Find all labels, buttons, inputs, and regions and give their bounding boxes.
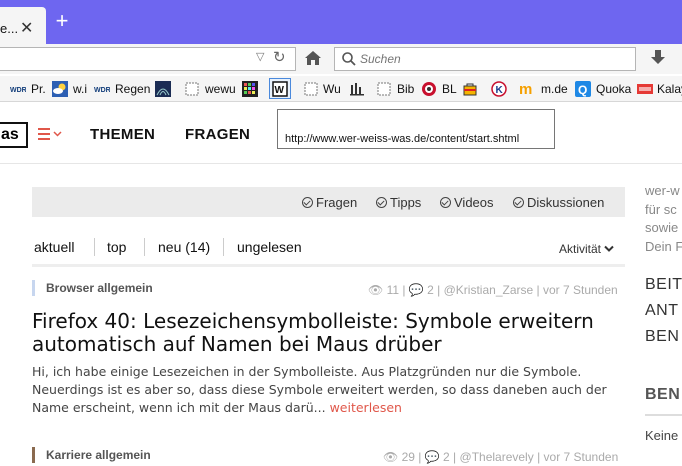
page-icon	[304, 82, 318, 96]
bookmark-pr[interactable]: Pr.	[31, 81, 46, 97]
disc-icon	[422, 82, 436, 96]
hamburger-menu-icon[interactable]	[38, 127, 64, 141]
sidebar-action[interactable]: BEN	[645, 328, 679, 346]
post-category[interactable]: Browser allgemein	[32, 280, 332, 296]
search-input[interactable]	[360, 52, 630, 66]
divider	[223, 238, 224, 256]
nav-fragen[interactable]: FRAGEN	[185, 126, 250, 143]
bookmark-mde[interactable]: m.de	[541, 81, 568, 97]
sidebar-intro: wer-w für sc sowie Dein F	[645, 183, 682, 254]
divider	[144, 238, 145, 256]
post-excerpt: Hi, ich habe einige Lesezeichen in der S…	[32, 364, 607, 415]
wdr-icon: WDR	[94, 87, 110, 94]
k-icon[interactable]: K	[491, 81, 507, 97]
page-icon	[185, 82, 199, 96]
sort-dropdown[interactable]: Aktivität	[559, 242, 615, 256]
nav-toolbar: ▽ ↻	[0, 44, 682, 74]
new-tab-button[interactable]: +	[52, 9, 72, 33]
tab-close-icon[interactable]: ✕	[20, 18, 33, 38]
url-tooltip: http://www.wer-weiss-was.de/content/star…	[277, 109, 555, 149]
post-meta: 👁 11 | 💬 2 | @Kristian_Zarse | vor 7 Stu…	[368, 283, 618, 297]
post-time: vor 7 Stunden	[542, 283, 618, 297]
comment-icon: 💬	[424, 450, 440, 464]
flag-icon	[637, 84, 653, 94]
read-more-link[interactable]: weiterlesen	[330, 400, 402, 415]
sidebar-heading: BEN	[645, 386, 681, 403]
bookmarks-toolbar: WDR Pr. w.i WDR Regen wewu W Wu Bib BL K…	[0, 76, 682, 102]
bookmark-bib[interactable]: Bib	[397, 81, 414, 97]
bookmark-quoka[interactable]: Quoka	[596, 81, 631, 97]
check-circle-icon	[440, 197, 451, 208]
eye-icon: 👁	[368, 283, 384, 297]
tooltip-text: http://www.wer-weiss-was.de/content/star…	[285, 133, 520, 145]
eye-icon: 👁	[383, 450, 399, 464]
chevron-down-icon	[604, 245, 615, 252]
sidebar-action[interactable]: BEIT	[645, 276, 682, 294]
reload-icon[interactable]: ↻	[273, 48, 286, 66]
browser-tab[interactable]: e... ✕	[0, 7, 46, 44]
tab-top[interactable]: top	[107, 239, 126, 255]
weather-icon	[52, 81, 68, 97]
grid-icon[interactable]	[242, 81, 258, 97]
page-icon	[377, 82, 391, 96]
post-meta: 👁 29 | 💬 2 | @Thelarevely | vor 7 Stunde…	[383, 450, 619, 464]
radar-icon[interactable]	[155, 81, 171, 97]
url-bar[interactable]: ▽ ↻	[0, 47, 296, 71]
tab-neu[interactable]: neu (14)	[158, 239, 210, 255]
divider	[32, 264, 625, 267]
site-logo[interactable]: as	[0, 122, 28, 148]
post-tabs: aktuell top neu (14) ungelesen Aktivität	[32, 238, 625, 260]
content-filter-bar: Fragen Tipps Videos Diskussionen	[32, 187, 625, 217]
tab-ungelesen[interactable]: ungelesen	[237, 239, 302, 255]
wdr-icon: WDR	[10, 87, 26, 94]
post-author[interactable]: @Thelarevely	[460, 450, 534, 464]
svg-text:m: m	[519, 81, 532, 97]
svg-text:Q: Q	[578, 83, 587, 97]
sort-label: Aktivität	[559, 242, 602, 256]
www-icon: W	[272, 81, 288, 97]
svg-text:W: W	[275, 85, 285, 96]
m-icon: m	[519, 81, 532, 97]
search-icon	[342, 52, 356, 66]
post-author[interactable]: @Kristian_Zarse	[444, 283, 534, 297]
sidebar-empty-text: Keine	[645, 428, 679, 443]
bookmark-regen[interactable]: Regen	[115, 81, 150, 97]
search-bar[interactable]	[334, 47, 636, 71]
comment-icon: 💬	[408, 283, 424, 297]
divider	[645, 414, 682, 416]
bookmark-wu[interactable]: Wu	[323, 81, 341, 97]
filter-diskussionen[interactable]: Diskussionen	[513, 195, 604, 210]
post-category[interactable]: Karriere allgemein	[32, 447, 332, 463]
check-circle-icon	[302, 197, 313, 208]
filter-tipps[interactable]: Tipps	[376, 195, 421, 210]
bars-icon[interactable]	[349, 81, 365, 97]
filter-fragen[interactable]: Fragen	[302, 195, 357, 210]
post-time: vor 7 Stunden	[543, 450, 619, 464]
svg-text:WDR: WDR	[94, 87, 110, 94]
bookmark-www-selected[interactable]: W	[269, 78, 291, 99]
check-circle-icon	[376, 197, 387, 208]
download-icon[interactable]	[648, 47, 668, 69]
divider	[94, 238, 95, 256]
check-circle-icon	[513, 197, 524, 208]
tab-strip: e... ✕ +	[0, 0, 682, 44]
post-title[interactable]: Firefox 40: Lesezeichensymbolleiste: Sym…	[32, 310, 622, 356]
url-dropdown-icon[interactable]: ▽	[256, 50, 264, 63]
tab-title: e...	[0, 21, 19, 36]
bookmark-wi[interactable]: w.i	[73, 81, 87, 97]
tab-aktuell[interactable]: aktuell	[34, 239, 74, 255]
q-icon: Q	[575, 81, 591, 97]
bookmark-kalay[interactable]: Kalay	[657, 81, 682, 97]
home-icon[interactable]	[302, 47, 324, 69]
svg-text:K: K	[496, 85, 504, 96]
bookmark-wewu[interactable]: wewu	[205, 81, 236, 97]
nav-themen[interactable]: THEMEN	[90, 126, 155, 143]
bookmark-bl[interactable]: BL	[442, 81, 457, 97]
sidebar-action[interactable]: ANT	[645, 302, 679, 320]
filter-videos[interactable]: Videos	[440, 195, 494, 210]
svg-text:WDR: WDR	[10, 87, 26, 94]
bag-icon[interactable]	[462, 81, 478, 97]
